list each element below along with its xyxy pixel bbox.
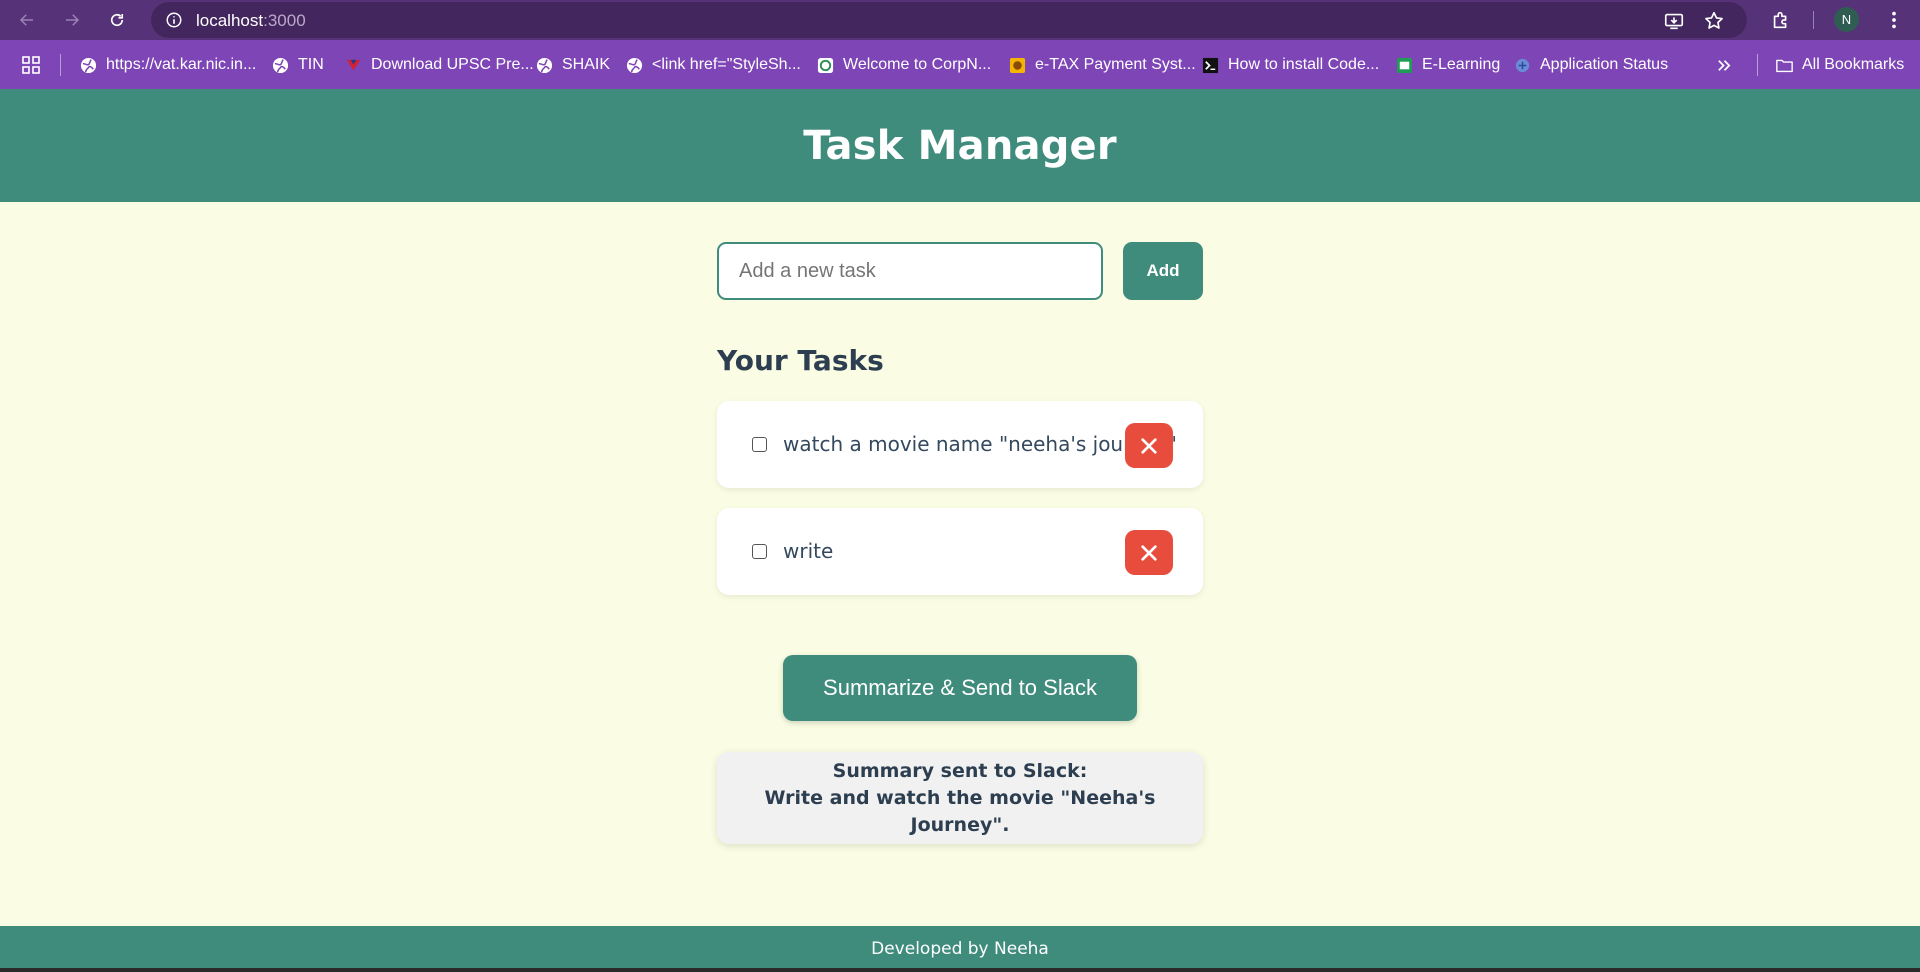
corpnet-logo-icon: [817, 57, 834, 74]
page-title: Task Manager: [803, 122, 1117, 169]
task-item: watch a movie name "neeha's journey": [717, 401, 1203, 488]
taskbar-edge: [0, 968, 1920, 972]
forward-button[interactable]: [58, 6, 86, 34]
arrow-left-icon: [19, 14, 33, 26]
bookmark-label: Welcome to CorpN...: [843, 56, 992, 73]
bookmark-corpnet[interactable]: Welcome to CorpN...: [817, 54, 991, 76]
bookmark-tin[interactable]: TIN: [272, 54, 324, 76]
bookmark-label: e-TAX Payment Syst...: [1035, 56, 1196, 73]
bookmark-label: TIN: [298, 56, 324, 73]
arrow-right-icon: [66, 14, 80, 26]
etax-logo-icon: [1009, 57, 1026, 74]
tasks-heading: Your Tasks: [717, 344, 884, 377]
bookmark-label: E-Learning: [1422, 56, 1501, 73]
apps-grid-icon: [21, 55, 41, 75]
summary-heading: Summary sent to Slack:: [832, 759, 1088, 782]
bookmark-vat-kar[interactable]: https://vat.kar.nic.in...: [80, 54, 256, 76]
footer-credit: Developed by Neeha: [871, 939, 1049, 959]
browser-toolbar: localhost:3000 N: [0, 0, 1920, 40]
close-icon: [1141, 544, 1157, 561]
task-text: write: [783, 539, 834, 563]
bookmark-label: <link href="StyleSh...: [652, 56, 801, 73]
all-bookmarks-label: All Bookmarks: [1802, 56, 1905, 73]
app-header: Task Manager: [0, 89, 1920, 202]
back-button[interactable]: [13, 6, 41, 34]
star-icon[interactable]: [1703, 10, 1725, 32]
more-bookmarks-button[interactable]: [1716, 54, 1733, 76]
slack-summary-panel: Summary sent to Slack: Write and watch t…: [717, 752, 1203, 844]
add-task-button[interactable]: Add: [1123, 242, 1203, 300]
toolbar-divider: [1813, 11, 1814, 29]
globe-icon: [272, 57, 289, 74]
task-text: watch a movie name "neeha's journey": [783, 432, 1177, 456]
globe-icon: [626, 57, 643, 74]
task-checkbox[interactable]: [752, 437, 767, 452]
new-task-input[interactable]: [717, 242, 1103, 300]
bookmark-application-status[interactable]: Application Status: [1514, 54, 1668, 76]
kebab-menu-icon: [1892, 11, 1896, 29]
task-checkbox[interactable]: [752, 544, 767, 559]
site-info-icon[interactable]: [165, 11, 183, 29]
double-chevron-right-icon: [1716, 57, 1733, 74]
avatar-initial: N: [1841, 12, 1852, 27]
bookmark-label: Application Status: [1540, 56, 1669, 73]
elearning-logo-icon: [1396, 57, 1413, 74]
bookmark-shaik[interactable]: SHAIK: [536, 54, 610, 76]
url-text[interactable]: localhost:3000: [196, 11, 306, 31]
close-icon: [1141, 437, 1157, 454]
bookmark-label: SHAIK: [562, 56, 611, 73]
terminal-icon: [1202, 57, 1219, 74]
delete-task-button[interactable]: [1125, 530, 1173, 575]
bookmarks-bar: https://vat.kar.nic.in... TIN Download U…: [0, 40, 1920, 89]
delete-task-button[interactable]: [1125, 423, 1173, 468]
address-bar[interactable]: localhost:3000: [151, 2, 1747, 38]
bookmark-label: Download UPSC Pre...: [371, 56, 534, 73]
reload-button[interactable]: [103, 6, 131, 34]
extensions-button[interactable]: [1769, 8, 1793, 32]
app-footer: Developed by Neeha: [0, 926, 1920, 972]
bookmarks-divider: [60, 54, 61, 76]
all-bookmarks-button[interactable]: All Bookmarks: [1776, 54, 1904, 76]
bookmark-link-stylesheet[interactable]: <link href="StyleSh...: [626, 54, 801, 76]
bookmark-elearning[interactable]: E-Learning: [1396, 54, 1500, 76]
profile-avatar[interactable]: N: [1834, 7, 1859, 32]
menu-button[interactable]: [1882, 8, 1906, 32]
task-item: write: [717, 508, 1203, 595]
install-app-icon[interactable]: [1663, 10, 1685, 32]
bookmark-label: https://vat.kar.nic.in...: [106, 56, 257, 73]
puzzle-icon: [1773, 11, 1787, 29]
bookmarks-divider: [1757, 54, 1758, 76]
globe-icon: [80, 57, 97, 74]
bookmark-label: How to install Code...: [1228, 56, 1380, 73]
reload-icon: [110, 13, 124, 27]
summarize-send-slack-button[interactable]: Summarize & Send to Slack: [783, 655, 1137, 721]
bookmark-install-code[interactable]: How to install Code...: [1202, 54, 1379, 76]
apps-button[interactable]: [21, 54, 41, 76]
globe-icon: [536, 57, 553, 74]
folder-icon: [1776, 57, 1793, 74]
summary-text: Write and watch the movie "Neeha's Journ…: [764, 786, 1156, 836]
bookmark-upsc[interactable]: Download UPSC Pre...: [345, 54, 534, 76]
application-logo-icon: [1514, 57, 1531, 74]
flag-icon: [345, 57, 362, 74]
bookmark-etax[interactable]: e-TAX Payment Syst...: [1009, 54, 1196, 76]
